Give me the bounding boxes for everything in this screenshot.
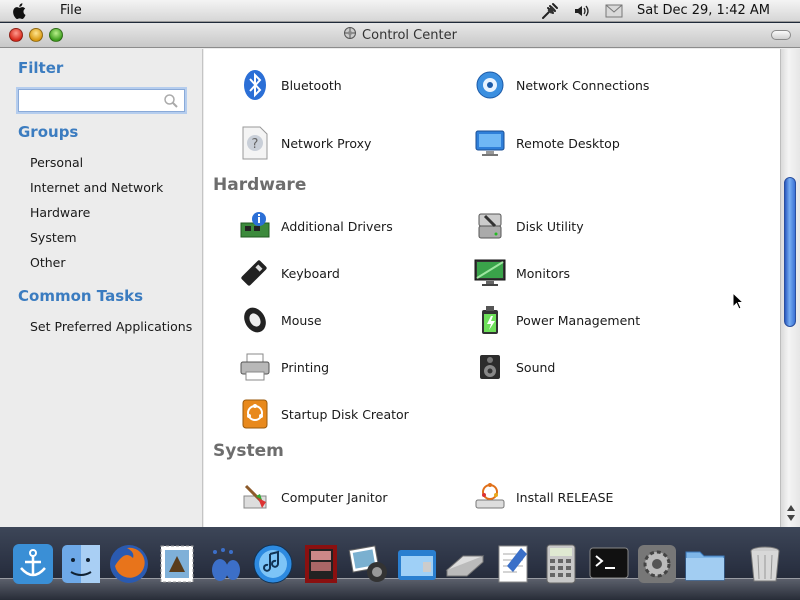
folder-icon[interactable] [682,541,728,587]
mouse-icon [237,302,273,338]
sidebar-item-internet-and-network[interactable]: Internet and Network [30,180,163,195]
disk-utility-icon [472,208,508,244]
filter-search[interactable] [18,89,185,112]
photo-booth-icon[interactable] [298,541,344,587]
minimize-button[interactable] [29,28,43,42]
sidebar-item-hardware[interactable]: Hardware [30,205,90,220]
item-label: Remote Desktop [516,135,620,151]
system-heading: System [213,441,284,461]
item-sound[interactable]: Sound [472,347,555,387]
bluetooth-icon [237,67,273,103]
groups-heading: Groups [18,123,79,141]
item-mouse[interactable]: Mouse [237,300,322,340]
startup-disk-creator-icon [237,396,273,432]
item-label: Disk Utility [516,218,584,234]
item-network-connections[interactable]: Network Connections [472,65,649,105]
remote-desktop-icon [472,125,508,161]
scroll-down-arrow-icon[interactable] [787,515,795,521]
item-printing[interactable]: Printing [237,347,329,387]
item-label: Startup Disk Creator [281,406,409,422]
scroll-up-arrow-icon[interactable] [787,505,795,511]
item-label: Network Connections [516,77,650,93]
item-install-release[interactable]: Install RELEASE [472,477,613,517]
itunes-icon[interactable] [250,541,296,587]
paw-prints-icon[interactable] [202,541,248,587]
sidebar-item-system[interactable]: System [30,230,77,245]
dock [0,527,800,600]
content-panel: Bluetooth Network Connections ? Network … [204,49,780,527]
window-title: Control Center [362,27,457,43]
toolbar-toggle-button[interactable] [771,30,791,40]
clock[interactable]: Sat Dec 29, 1:42 AM [637,3,770,18]
item-label: Monitors [516,265,571,281]
item-monitors[interactable]: Monitors [472,253,570,293]
item-label: Network Proxy [281,135,372,151]
item-additional-drivers[interactable]: Additional Drivers [237,206,393,246]
sidebar-item-personal[interactable]: Personal [30,155,83,170]
svg-text:?: ? [252,137,259,152]
printing-icon [237,349,273,385]
firefox-icon[interactable] [106,541,152,587]
item-label: Keyboard [281,265,340,281]
scrollbar-thumb[interactable] [784,177,796,327]
item-startup-disk-creator[interactable]: Startup Disk Creator [237,394,409,434]
scanner-icon[interactable] [442,541,488,587]
zoom-button[interactable] [49,28,63,42]
item-label: Additional Drivers [281,218,393,234]
power-management-icon [472,302,508,338]
monitors-icon [472,255,508,291]
item-label: Mouse [281,312,322,328]
close-button[interactable] [9,28,23,42]
item-label: Power Management [516,312,641,328]
sidebar-item-other[interactable]: Other [30,255,66,270]
item-label: Printing [281,359,330,375]
item-bluetooth[interactable]: Bluetooth [237,65,342,105]
trash-icon[interactable] [742,541,788,587]
apple-menu-icon[interactable] [0,0,40,22]
textedit-icon[interactable] [490,541,536,587]
filter-heading: Filter [18,59,64,77]
computer-janitor-icon [237,479,273,515]
control-center-window: Control Center Filter Groups Personal In… [0,23,800,527]
item-computer-janitor[interactable]: Computer Janitor [237,477,388,517]
terminal-icon[interactable] [586,541,632,587]
menu-file[interactable]: File [60,3,82,18]
sidebar: Filter Groups Personal Internet and Netw… [0,49,203,527]
calculator-icon[interactable] [538,541,584,587]
item-network-proxy[interactable]: ? Network Proxy [237,123,371,163]
network-plug-icon[interactable] [541,2,559,20]
search-icon [163,93,179,113]
item-label: Sound [516,359,556,375]
keyboard-icon [237,255,273,291]
control-center-icon [343,26,357,44]
finder-icon[interactable] [58,541,104,587]
mail-stamp-icon[interactable] [154,541,200,587]
mouse-pointer-icon [732,291,745,314]
item-label: Install RELEASE [516,489,614,505]
anchor-icon[interactable] [10,541,56,587]
common-tasks-heading: Common Tasks [18,287,144,305]
hardware-heading: Hardware [213,175,307,195]
item-label: Computer Janitor [281,489,388,505]
install-release-icon [472,479,508,515]
additional-drivers-icon [237,208,273,244]
titlebar[interactable]: Control Center [0,23,800,48]
vertical-scrollbar[interactable] [780,49,800,527]
item-remote-desktop[interactable]: Remote Desktop [472,123,620,163]
item-power-management[interactable]: Power Management [472,300,640,340]
volume-icon[interactable] [573,3,591,19]
system-preferences-icon[interactable] [634,541,680,587]
network-connections-icon [472,67,508,103]
item-keyboard[interactable]: Keyboard [237,253,340,293]
task-set-preferred-applications[interactable]: Set Preferred Applications [30,319,192,334]
item-disk-utility[interactable]: Disk Utility [472,206,584,246]
item-label: Bluetooth [281,77,342,93]
filter-search-input[interactable] [19,90,159,112]
calendar-icon[interactable] [394,541,440,587]
iphoto-icon[interactable] [346,541,392,587]
menubar: File Sat Dec 29, 1:42 AM [0,0,800,22]
mail-envelope-icon[interactable] [605,4,623,18]
network-proxy-icon: ? [237,125,273,161]
sound-icon [472,349,508,385]
